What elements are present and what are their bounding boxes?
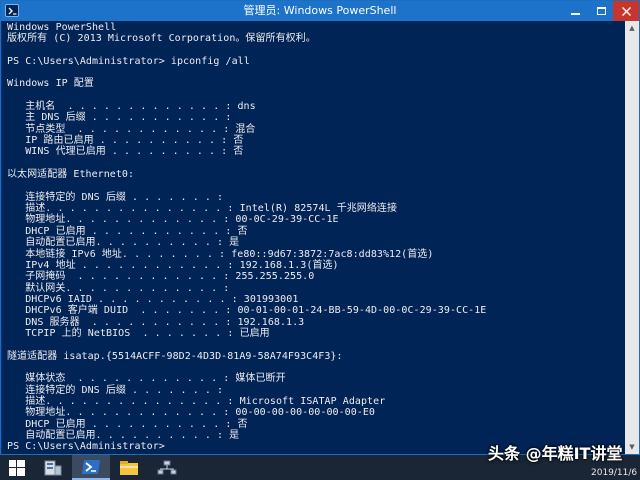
- powershell-window: 管理员: Windows PowerShell Windows PowerShe…: [0, 0, 640, 455]
- console-line: WINS 代理已启用 . . . . . . . . . : 否: [7, 146, 244, 158]
- close-icon: [621, 6, 631, 16]
- console-line: 媒体状态 . . . . . . . . . . . . : 媒体已断开: [7, 373, 286, 385]
- console-line: 物理地址. . . . . . . . . . . . . : 00-0C-29…: [7, 214, 339, 226]
- scroll-up-icon[interactable]: ▲: [625, 21, 639, 35]
- console-line: 隧道适配器 isatap.{5514ACFF-98D2-4D3D-81A9-58…: [7, 350, 343, 362]
- console-line: Windows IP 配置: [7, 78, 94, 90]
- console-output[interactable]: Windows PowerShell 版权所有 (C) 2013 Microsof…: [2, 21, 625, 454]
- console-line: 子网掩码 . . . . . . . . . . . . : 255.255.2…: [7, 271, 315, 283]
- console-line: DHCP 已启用 . . . . . . . . . . . : 否: [7, 418, 248, 430]
- windows-start-icon: [9, 459, 25, 476]
- console-line: 以太网适配器 Ethernet0:: [7, 169, 135, 181]
- console-line: DHCPv6 客户端 DUID . . . . . . . : 00-01-00…: [7, 305, 487, 317]
- file-explorer-button[interactable]: [110, 455, 148, 480]
- console-line: 本地链接 IPv6 地址. . . . . . . . : fe80::9d67…: [7, 248, 434, 260]
- maximize-icon: [596, 7, 606, 15]
- close-button[interactable]: [613, 1, 639, 21]
- console-line: 默认网关. . . . . . . . . . . . . :: [7, 282, 230, 294]
- tray-date[interactable]: 2019/11/6: [591, 468, 637, 478]
- minimize-icon: [570, 13, 580, 15]
- network-button[interactable]: [148, 455, 186, 480]
- console-line: Windows PowerShell: [7, 21, 117, 33]
- console-line: 连接特定的 DNS 后缀 . . . . . . . :: [7, 384, 224, 396]
- console-line: 主 DNS 后缀 . . . . . . . . . . . :: [7, 112, 232, 124]
- minimize-button[interactable]: [562, 1, 588, 21]
- watermark-text: 头条 @年糕IT讲堂: [488, 444, 623, 463]
- console-line: TCPIP 上的 NetBIOS . . . . . . . : 已启用: [7, 327, 270, 339]
- scroll-down-icon[interactable]: ▼: [625, 440, 639, 454]
- file-explorer-icon: [120, 460, 138, 475]
- console-line: DNS 服务器 . . . . . . . . . . . : 192.168.…: [7, 316, 305, 328]
- windows-start-button[interactable]: [0, 455, 34, 480]
- console-line: 连接特定的 DNS 后缀 . . . . . . . :: [7, 191, 224, 203]
- window-title: 管理员: Windows PowerShell: [243, 4, 397, 17]
- console-line: 自动配置已启用. . . . . . . . . . : 是: [7, 430, 240, 442]
- console-line: 节点类型 . . . . . . . . . . . . : 混合: [7, 123, 256, 135]
- console-line: DHCP 已启用 . . . . . . . . . . . : 否: [7, 225, 248, 237]
- console-line: PS C:\Users\Administrator>: [7, 441, 165, 453]
- console-line: 自动配置已启用. . . . . . . . . . : 是: [7, 237, 240, 249]
- server-manager-button[interactable]: [34, 455, 72, 480]
- network-icon: [157, 460, 177, 474]
- console-line: 版权所有 (C) 2013 Microsoft Corporation。保留所有…: [7, 32, 316, 44]
- powershell-taskbar-button[interactable]: [72, 455, 110, 480]
- powershell-icon: [82, 459, 100, 474]
- console-line: 物理地址. . . . . . . . . . . . . : 00-00-00…: [7, 407, 376, 419]
- server-manager-icon: [44, 460, 62, 475]
- vertical-scrollbar[interactable]: ▲ ▼: [625, 21, 639, 454]
- console-line: PS C:\Users\Administrator> ipconfig /all: [7, 55, 250, 67]
- title-bar[interactable]: 管理员: Windows PowerShell: [1, 1, 639, 21]
- maximize-button[interactable]: [588, 1, 614, 21]
